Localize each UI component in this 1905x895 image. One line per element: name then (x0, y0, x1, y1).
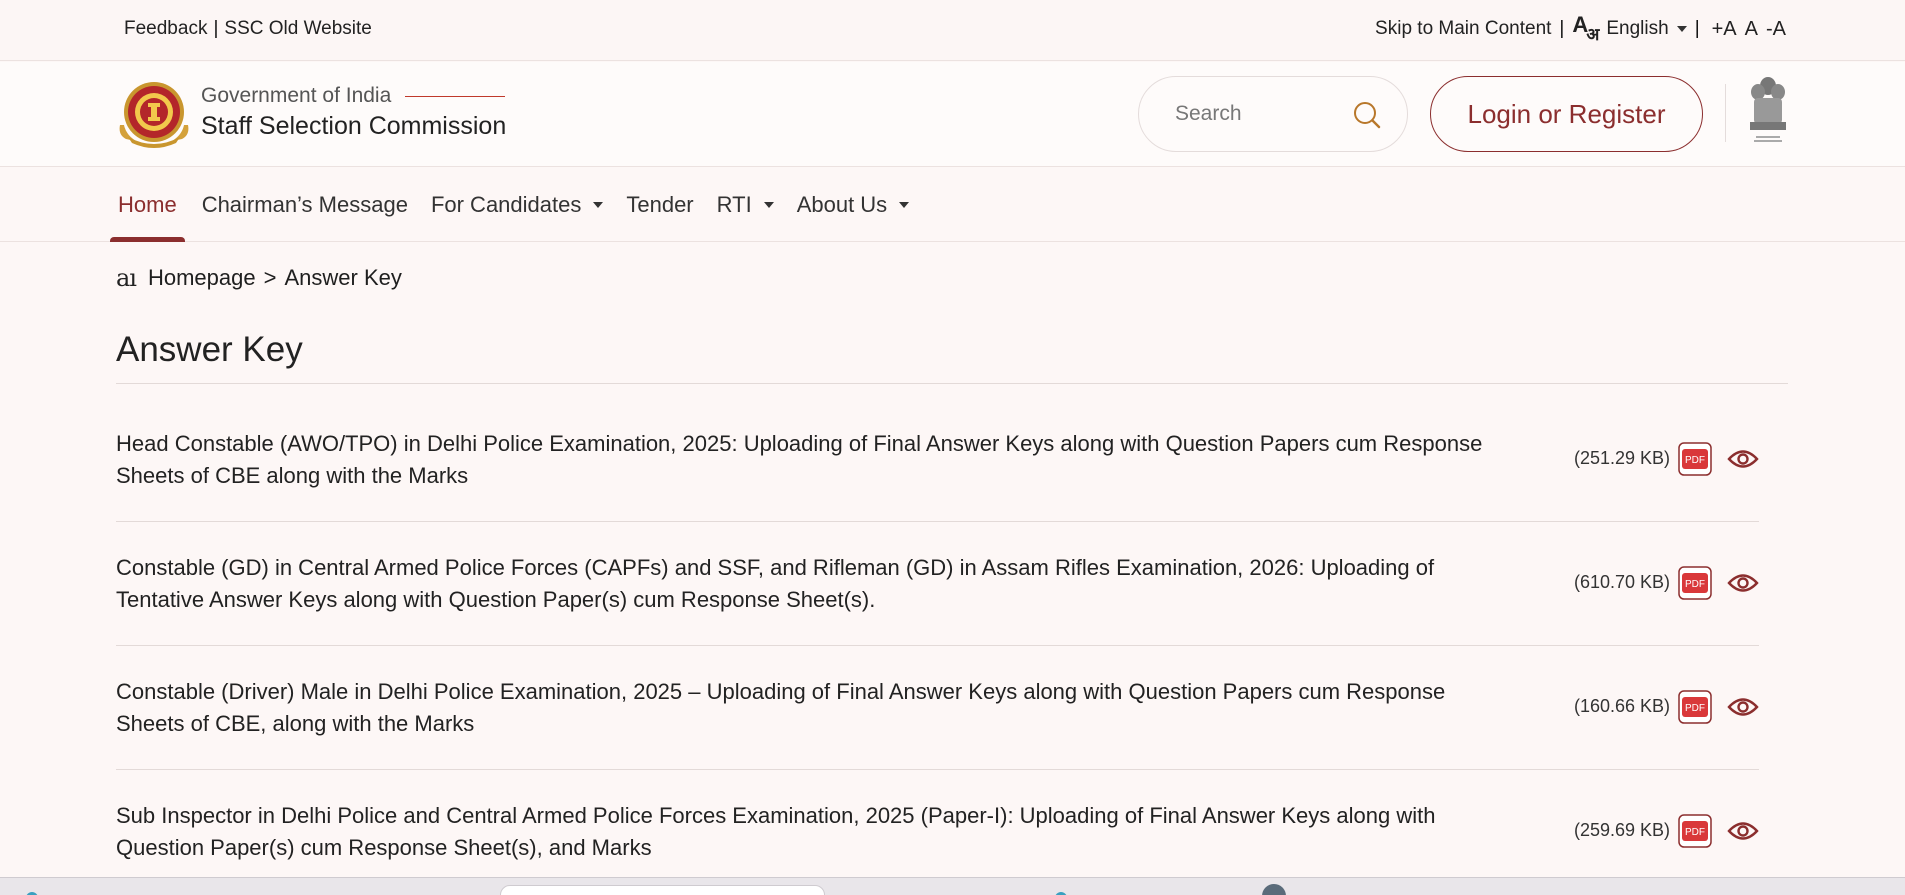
divider (1725, 84, 1726, 142)
file-size: (160.66 KB) (1574, 696, 1671, 716)
breadcrumb-home-link[interactable]: Homepage (148, 265, 256, 291)
page-title: Answer Key (116, 330, 303, 369)
list-item: Constable (Driver) Male in Delhi Police … (116, 646, 1759, 770)
answer-key-title-link[interactable]: Constable (Driver) Male in Delhi Police … (116, 676, 1516, 740)
national-emblem (1746, 74, 1790, 152)
pdf-label: PDF (1685, 455, 1705, 466)
search-icon[interactable] (1353, 101, 1381, 134)
font-increase-button[interactable]: +A (1712, 18, 1737, 41)
nav-item-label: About Us (796, 192, 888, 217)
divider (116, 383, 1788, 384)
main-navigation: Home Chairman’s Message For Candidates T… (0, 168, 1905, 242)
search-box[interactable] (1138, 76, 1408, 152)
divider: | (213, 18, 219, 39)
font-normal-button[interactable]: A (1745, 18, 1758, 41)
pdf-icon[interactable]: PDF (1678, 442, 1712, 476)
breadcrumb-current: Answer Key (284, 265, 402, 290)
breadcrumb-icon: aı (116, 264, 137, 292)
eye-icon[interactable] (1727, 570, 1759, 596)
divider: | (1559, 18, 1565, 39)
chevron-down-icon (763, 202, 774, 208)
nav-item-label: RTI (716, 192, 752, 217)
answer-key-title-link[interactable]: Head Constable (AWO/TPO) in Delhi Police… (116, 428, 1516, 492)
list-item: Head Constable (AWO/TPO) in Delhi Police… (116, 398, 1759, 522)
eye-icon[interactable] (1727, 694, 1759, 720)
list-item: Sub Inspector in Delhi Police and Centra… (116, 770, 1759, 894)
font-decrease-button[interactable]: -A (1766, 18, 1786, 41)
nav-item-about-us[interactable]: About Us (789, 168, 918, 242)
chevron-down-icon (899, 202, 910, 208)
language-select[interactable]: English (1606, 18, 1687, 40)
feedback-link[interactable]: Feedback (124, 18, 207, 40)
pdf-label: PDF (1685, 827, 1705, 838)
os-taskbar (0, 877, 1905, 895)
app-icon[interactable] (1262, 884, 1286, 895)
chevron-down-icon (1676, 25, 1687, 32)
breadcrumb: aı Homepage > Answer Key (116, 264, 402, 292)
file-size: (251.29 KB) (1574, 448, 1671, 468)
nav-item-label: Chairman’s Message (201, 192, 408, 217)
nav-item-rti[interactable]: RTI (709, 168, 782, 242)
ssc-logo[interactable] (116, 79, 192, 149)
search-input[interactable] (1175, 102, 1345, 126)
list-item: Constable (GD) in Central Armed Police F… (116, 522, 1759, 646)
answer-key-title-link[interactable]: Sub Inspector in Delhi Police and Centra… (116, 800, 1516, 864)
taskbar-search[interactable] (500, 885, 825, 895)
answer-key-title-link[interactable]: Constable (GD) in Central Armed Police F… (116, 552, 1516, 616)
chevron-down-icon (593, 202, 604, 208)
nav-item-chairmans-message[interactable]: Chairman’s Message (194, 168, 416, 242)
eye-icon[interactable] (1727, 446, 1759, 472)
org-subtitle-text: Government of India (201, 84, 392, 107)
pdf-label: PDF (1685, 703, 1705, 714)
nav-item-label: Tender (626, 192, 694, 217)
topbar-right-controls: Skip to Main Content | Aअ English | +A A… (1375, 12, 1790, 45)
skip-to-content-link[interactable]: Skip to Main Content (1375, 18, 1551, 40)
file-size: (259.69 KB) (1574, 820, 1671, 840)
org-subtitle: Government of India (201, 84, 506, 108)
pdf-icon[interactable]: PDF (1678, 566, 1712, 600)
pdf-icon[interactable]: PDF (1678, 690, 1712, 724)
nav-item-label: For Candidates (430, 192, 582, 217)
eye-icon[interactable] (1727, 818, 1759, 844)
old-website-link[interactable]: SSC Old Website (224, 18, 371, 40)
language-label: English (1606, 18, 1669, 39)
pdf-icon[interactable]: PDF (1678, 814, 1712, 848)
pdf-label: PDF (1685, 579, 1705, 590)
topbar-left-links: Feedback | SSC Old Website (124, 18, 372, 40)
top-utility-bar: Feedback | SSC Old Website Skip to Main … (0, 0, 1905, 61)
language-icon: Aअ (1572, 12, 1600, 45)
nav-item-tender[interactable]: Tender (618, 168, 701, 242)
breadcrumb-separator: > (263, 265, 277, 290)
nav-item-home[interactable]: Home (110, 168, 185, 242)
answer-key-list: Head Constable (AWO/TPO) in Delhi Police… (116, 398, 1759, 894)
divider: | (1694, 18, 1700, 39)
login-register-button[interactable]: Login or Register (1430, 76, 1703, 152)
organization-name: Government of India Staff Selection Comm… (201, 84, 506, 141)
org-title: Staff Selection Commission (201, 112, 507, 140)
decorative-line (405, 95, 506, 97)
site-header: Government of India Staff Selection Comm… (0, 62, 1905, 167)
file-size: (610.70 KB) (1574, 572, 1671, 592)
nav-item-for-candidates[interactable]: For Candidates (423, 168, 611, 242)
nav-item-label: Home (118, 192, 177, 217)
